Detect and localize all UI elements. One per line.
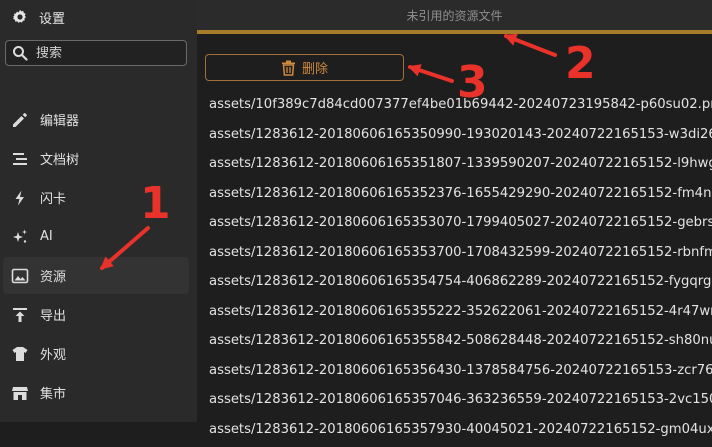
export-icon	[10, 305, 30, 325]
list-item[interactable]: assets/1283612-20180606165351807-1339590…	[209, 152, 712, 182]
sidebar-item-label: 导出	[40, 305, 66, 324]
store-icon	[10, 383, 30, 403]
delete-label: 删除	[302, 58, 328, 77]
trash-icon	[281, 60, 296, 76]
sidebar-item-assets[interactable]: 资源	[3, 257, 189, 294]
shirt-icon	[10, 344, 30, 364]
sidebar-item-export[interactable]: 导出	[3, 296, 189, 333]
delete-button[interactable]: 删除	[205, 54, 404, 81]
list-item[interactable]: assets/1283612-20180606165356430-1378584…	[209, 359, 712, 389]
search-input[interactable]	[36, 46, 176, 61]
list-item[interactable]: assets/10f389c7d84cd007377ef4be01b69442-…	[209, 93, 712, 123]
sidebar-item-label: 资源	[40, 266, 66, 285]
image-icon	[10, 266, 30, 286]
sidebar-item-label: 文档树	[40, 149, 79, 168]
sidebar-item-label: 集市	[40, 383, 66, 402]
list-item[interactable]: assets/1283612-20180606165353700-1708432…	[209, 241, 712, 271]
list-item[interactable]: assets/1283612-20180606165354754-4068622…	[209, 270, 712, 300]
sparkle-icon	[10, 227, 30, 247]
sidebar-item-label: 编辑器	[40, 110, 79, 129]
sidebar-item-label: 闪卡	[40, 188, 66, 207]
sidebar-item-ai[interactable]: AI	[3, 218, 189, 255]
sidebar-item-bazaar[interactable]: 集市	[3, 374, 189, 411]
pencil-icon	[10, 110, 30, 130]
sidebar-item-label: AI	[40, 229, 53, 244]
list-item[interactable]: assets/1283612-20180606165357046-3632365…	[209, 388, 712, 418]
tree-list-icon	[10, 149, 30, 169]
search-icon	[12, 45, 28, 61]
sidebar-item-appearance[interactable]: 外观	[3, 335, 189, 372]
main-panel: 未引用的资源文件 删除 assets/10f389c7d84cd007377ef…	[197, 0, 712, 422]
list-item[interactable]: assets/1283612-20180606165352376-1655429…	[209, 182, 712, 212]
sidebar-item-editor[interactable]: 编辑器	[3, 101, 189, 138]
list-item[interactable]: assets/1283612-20180606165355842-5086284…	[209, 329, 712, 359]
lightning-icon	[10, 188, 30, 208]
unreferenced-file-list: assets/10f389c7d84cd007377ef4be01b69442-…	[209, 93, 712, 447]
settings-header[interactable]: 设置	[10, 6, 65, 28]
gear-icon	[10, 7, 30, 27]
sidebar-item-flashcard[interactable]: 闪卡	[3, 179, 189, 216]
accent-divider	[197, 30, 712, 34]
list-item[interactable]: assets/1283612-20180606165353070-1799405…	[209, 211, 712, 241]
sidebar-item-label: 外观	[40, 344, 66, 363]
list-item[interactable]: assets/1283612-20180606165350990-1930201…	[209, 123, 712, 153]
settings-title: 设置	[39, 8, 65, 27]
sidebar-item-doctree[interactable]: 文档树	[3, 140, 189, 177]
search-box[interactable]	[5, 40, 187, 66]
sidebar: 设置 编辑器 文档树 闪卡 AI 资源	[0, 0, 197, 422]
list-item[interactable]: assets/1283612-20180606165355222-3526220…	[209, 300, 712, 330]
panel-title: 未引用的资源文件	[197, 0, 712, 30]
